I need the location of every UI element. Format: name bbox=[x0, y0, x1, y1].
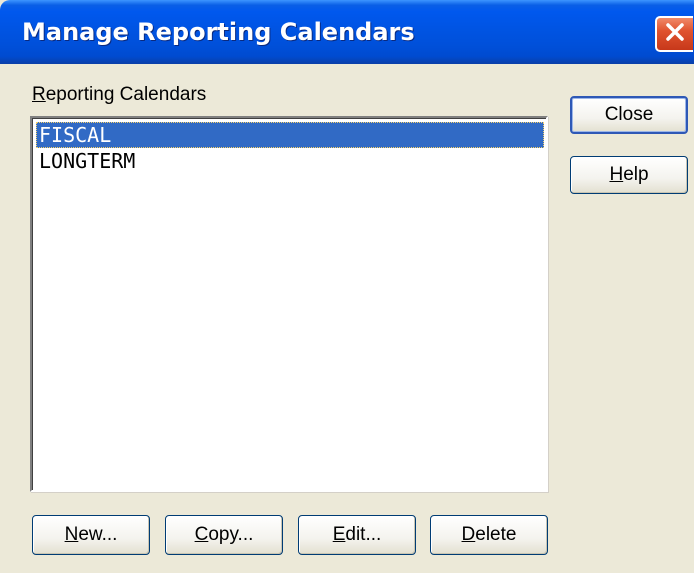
close-button[interactable]: Close bbox=[570, 96, 688, 134]
close-button-label: Close bbox=[604, 104, 654, 125]
copy-button[interactable]: Copy... bbox=[165, 515, 283, 555]
window-title: Manage Reporting Calendars bbox=[22, 18, 415, 46]
list-item-fiscal[interactable]: FISCAL bbox=[36, 122, 544, 148]
copy-button-label: Copy... bbox=[194, 524, 254, 545]
reporting-calendars-list[interactable]: FISCAL LONGTERM bbox=[30, 116, 548, 492]
edit-button-label: Edit... bbox=[332, 524, 382, 545]
list-item-longterm[interactable]: LONGTERM bbox=[36, 148, 544, 174]
title-bar[interactable]: Manage Reporting Calendars bbox=[0, 0, 694, 64]
edit-button[interactable]: Edit... bbox=[298, 515, 416, 555]
help-button[interactable]: Help bbox=[570, 156, 688, 194]
dialog-window: Manage Reporting Calendars Reporting Cal… bbox=[0, 0, 694, 573]
new-button[interactable]: New... bbox=[32, 515, 150, 555]
new-button-label: New... bbox=[64, 524, 118, 545]
reporting-calendars-label: Reporting Calendars bbox=[32, 84, 207, 105]
close-icon bbox=[664, 21, 686, 48]
help-button-label: Help bbox=[609, 164, 649, 185]
delete-button[interactable]: Delete bbox=[430, 515, 548, 555]
delete-button-label: Delete bbox=[461, 524, 517, 545]
title-close-button[interactable] bbox=[655, 16, 693, 52]
